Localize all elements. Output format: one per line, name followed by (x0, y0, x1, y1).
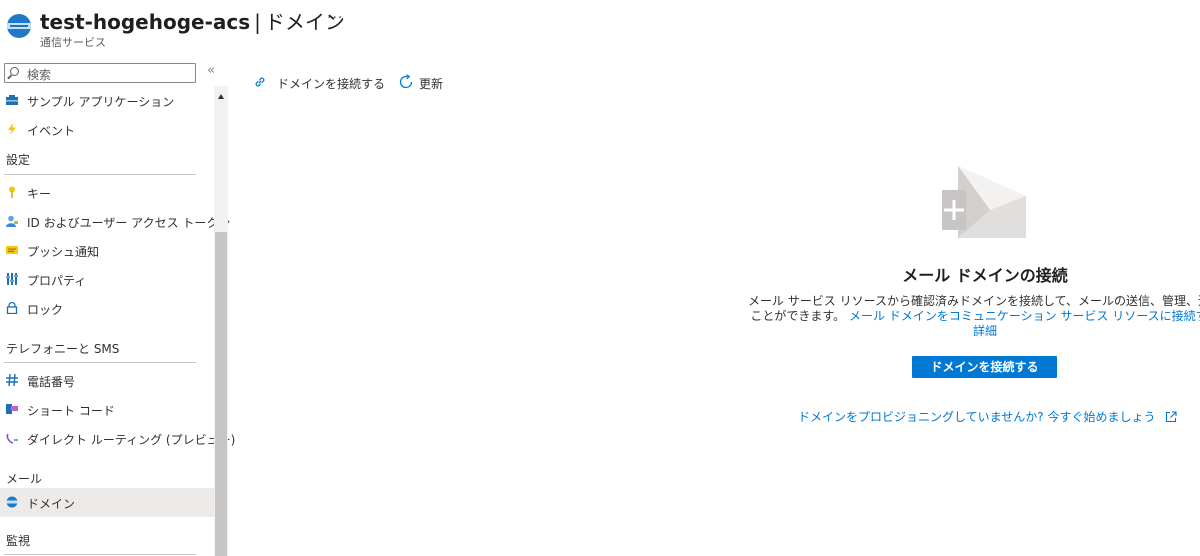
short-code-icon (6, 404, 18, 414)
page-title: test-hogehoge-acs | ドメイン (40, 6, 345, 35)
sidebar-item-keys[interactable]: キー (0, 178, 214, 207)
search-icon (10, 67, 19, 76)
search-placeholder: 検索 (27, 68, 52, 82)
hash-icon (6, 374, 18, 386)
properties-icon (6, 273, 18, 285)
lock-icon (6, 302, 18, 314)
description-line-3: 詳細 (700, 324, 1200, 339)
sidebar-item-domains[interactable]: ドメイン (0, 488, 214, 517)
sidebar-item-label: イベント (27, 124, 76, 138)
more-actions-button[interactable]: ··· (327, 10, 343, 26)
section-telephony-sms: テレフォニーと SMS (6, 342, 120, 356)
refresh-icon (399, 74, 413, 89)
resource-type: 通信サービス (40, 36, 106, 49)
sidebar-item-identity[interactable]: ID およびユーザー アクセス トークン (0, 207, 230, 236)
provision-link-text: ドメインをプロビジョニングしていませんか? 今すぐ始めましょう (798, 410, 1156, 424)
sidebar-item-phone-numbers[interactable]: 電話番号 (0, 366, 214, 395)
sidebar-item-properties[interactable]: プロパティ (0, 265, 214, 294)
sidebar-item-short-codes[interactable]: ショート コード (0, 395, 214, 424)
sidebar-item-label: キー (27, 187, 52, 201)
sidebar-item-label: ドメイン (27, 497, 76, 511)
sidebar-item-locks[interactable]: ロック (0, 294, 214, 323)
sidebar-item-push-notifications[interactable]: プッシュ通知 (0, 236, 214, 265)
link-icon (255, 77, 265, 87)
sidebar-item-label: 電話番号 (27, 375, 76, 389)
resource-menu: 検索 « サンプル アプリケーション イベント 設定 キー ID およびユーザー… (0, 58, 235, 556)
empty-state-heading: メール ドメインの接続 (902, 266, 1068, 285)
scroll-up-icon[interactable] (218, 94, 224, 99)
connect-domain-primary-button[interactable]: ドメインを接続する (912, 356, 1057, 378)
blade-header: test-hogehoge-acs | ドメイン 通信サービス ··· (0, 0, 1200, 58)
sidebar-item-label: プロパティ (27, 274, 87, 288)
connect-domain-label: ドメインを接続する (277, 77, 386, 91)
section-divider (4, 554, 196, 555)
sidebar-item-sample-apps[interactable]: サンプル アプリケーション (0, 86, 214, 115)
section-divider (4, 362, 196, 363)
empty-state-description: メール サービス リソースから確認済みドメインを接続して、メールの送信、管理、追… (700, 294, 1200, 339)
section-email: メール (6, 472, 43, 486)
learn-more-link[interactable]: 詳細 (973, 324, 997, 338)
domain-icon (6, 496, 18, 508)
section-monitoring: 監視 (6, 534, 31, 548)
description-text: ことができます。 (750, 309, 846, 323)
sidebar-item-label: ショート コード (27, 404, 115, 418)
refresh-label: 更新 (419, 77, 444, 91)
description-line-2: ことができます。 メール ドメインをコミュニケーション サービス リソースに接続… (700, 309, 1200, 324)
sidebar-item-label: ロック (27, 303, 64, 317)
direct-routing-icon (6, 433, 18, 444)
title-separator: | (254, 10, 261, 34)
lightning-icon (8, 123, 16, 135)
email-domain-illustration (942, 166, 1026, 238)
toolbox-icon (6, 95, 18, 105)
sidebar-scrollbar[interactable] (214, 86, 228, 556)
identity-icon (6, 215, 18, 227)
resource-name: test-hogehoge-acs (40, 10, 251, 34)
section-divider (4, 174, 196, 175)
search-input[interactable]: 検索 (4, 63, 196, 83)
notification-icon (6, 246, 18, 254)
connect-domain-docs-link[interactable]: メール ドメインをコミュニケーション サービス リソースに接続する (849, 309, 1200, 323)
sidebar-item-label: ID およびユーザー アクセス トークン (27, 216, 231, 230)
key-icon (9, 186, 15, 198)
sidebar-item-events[interactable]: イベント (0, 115, 214, 144)
section-settings: 設定 (6, 153, 31, 167)
sidebar-item-label: ダイレクト ルーティング (プレビュー) (27, 433, 236, 447)
sidebar-item-direct-routing[interactable]: ダイレクト ルーティング (プレビュー) (0, 424, 235, 453)
communication-services-icon (7, 14, 31, 38)
description-line-1: メール サービス リソースから確認済みドメインを接続して、メールの送信、管理、追… (747, 294, 1200, 308)
connect-domain-button[interactable]: ドメインを接続する (250, 72, 390, 94)
collapse-menu-button[interactable]: « (207, 63, 215, 78)
provision-domain-link[interactable]: ドメインをプロビジョニングしていませんか? 今すぐ始めましょう (798, 408, 1177, 425)
refresh-button[interactable]: 更新 (396, 72, 456, 94)
external-link-icon (1166, 411, 1177, 423)
sidebar-item-label: プッシュ通知 (27, 245, 100, 259)
scrollbar-thumb[interactable] (215, 232, 227, 556)
sidebar-item-label: サンプル アプリケーション (27, 95, 175, 109)
